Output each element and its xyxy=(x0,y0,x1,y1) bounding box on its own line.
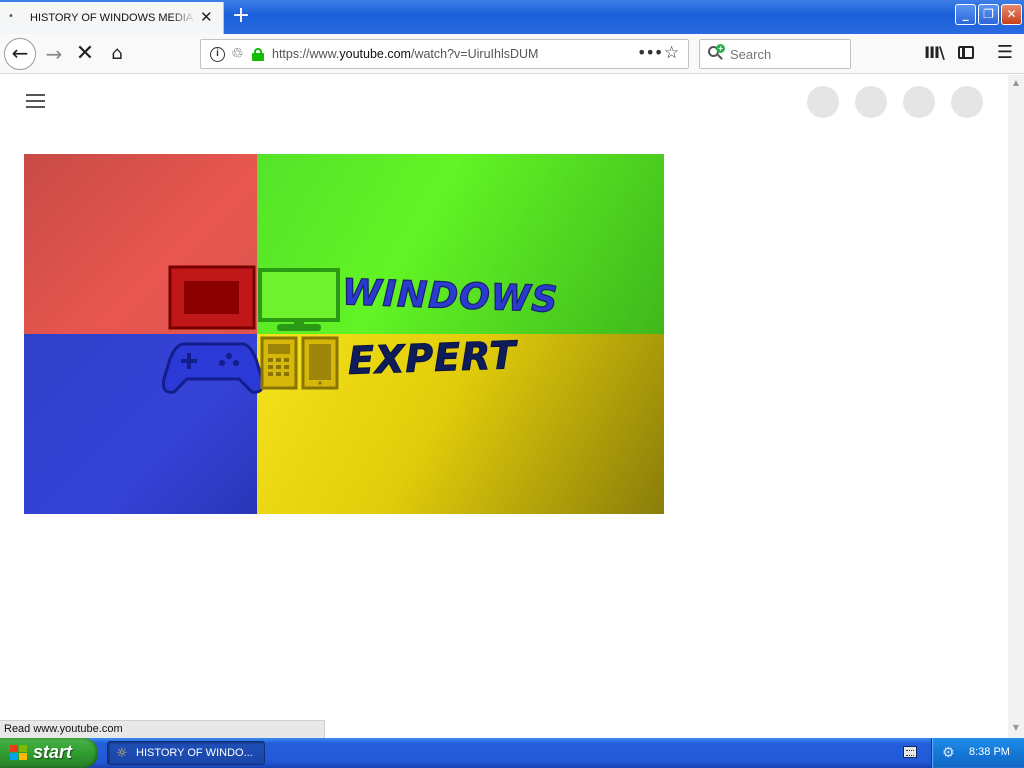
windows-flag-icon xyxy=(10,745,28,761)
page-scrollbar[interactable]: ▲ ▼ xyxy=(1008,75,1024,738)
phone-icon xyxy=(260,336,298,390)
window-close-button[interactable]: ✕ xyxy=(1001,4,1022,25)
tablet-icon xyxy=(301,336,339,390)
search-box[interactable]: + xyxy=(699,39,851,69)
video-thumbnail[interactable]: WINDOWS EXPERT xyxy=(24,154,664,514)
start-button[interactable]: start xyxy=(0,738,98,768)
address-bar[interactable]: i ♲ https://www.youtube.com/watch?v=Uiru… xyxy=(200,39,689,69)
navigation-toolbar: ← → ✕ ⌂ i ♲ https://www.youtube.com/watc… xyxy=(0,34,1024,74)
keyboard-language-icon[interactable] xyxy=(903,746,917,758)
thumbnail-word-expert: EXPERT xyxy=(347,333,518,384)
taskbar-window-button[interactable]: ☼ HISTORY OF WINDO... xyxy=(107,741,265,765)
status-bar-text: Read www.youtube.com xyxy=(0,720,325,738)
stop-loading-button[interactable]: ✕ xyxy=(69,38,101,70)
lock-icon[interactable] xyxy=(252,48,264,61)
title-bar: • HISTORY OF WINDOWS MEDIA PLAYER ✕ + _ … xyxy=(0,0,1024,34)
url-path: /watch?v=UiruIhlsDUM xyxy=(410,47,539,61)
tab-close-icon[interactable]: ✕ xyxy=(200,9,213,25)
page-content: WINDOWS EXPERT xyxy=(0,75,1008,720)
tab-loading-icon: • xyxy=(8,11,14,22)
back-button[interactable]: ← xyxy=(4,38,36,70)
browser-tab[interactable]: • HISTORY OF WINDOWS MEDIA PLAYER ✕ xyxy=(0,2,224,34)
header-placeholder-circle[interactable] xyxy=(855,86,887,118)
scroll-down-arrow-icon[interactable]: ▼ xyxy=(1011,723,1021,732)
page-actions-icon[interactable]: ••• xyxy=(637,43,663,62)
tv-icon xyxy=(168,265,256,330)
home-button[interactable]: ⌂ xyxy=(101,38,133,70)
library-icon[interactable]: III\ xyxy=(922,42,946,64)
header-placeholder-circle[interactable] xyxy=(903,86,935,118)
url-text[interactable]: https://www.youtube.com/watch?v=UiruIhls… xyxy=(272,47,538,61)
network-tray-icon[interactable]: ⚙ xyxy=(942,745,955,761)
start-label: start xyxy=(33,742,73,762)
window-maximize-button[interactable]: ❐ xyxy=(978,4,999,25)
guide-menu-icon[interactable] xyxy=(26,94,46,108)
thumbnail-word-windows: WINDOWS xyxy=(341,272,560,322)
system-tray: ⚙ 8:38 PM xyxy=(931,738,1024,768)
url-prefix: https://www. xyxy=(272,47,340,61)
tab-title: HISTORY OF WINDOWS MEDIA PLAYER xyxy=(30,12,196,24)
site-info-icon[interactable]: i xyxy=(210,47,225,62)
sidebar-toggle-icon[interactable] xyxy=(954,42,978,64)
thumbnail-logo-graphic xyxy=(162,265,340,394)
search-icon: + xyxy=(708,44,725,62)
scroll-up-arrow-icon[interactable]: ▲ xyxy=(1011,78,1021,87)
monitor-icon xyxy=(258,268,340,331)
clock[interactable]: 8:38 PM xyxy=(969,746,1010,758)
search-input[interactable] xyxy=(730,44,844,64)
game-controller-icon xyxy=(162,342,264,394)
header-placeholder-circle[interactable] xyxy=(807,86,839,118)
forward-button[interactable]: → xyxy=(38,38,70,70)
url-host: youtube.com xyxy=(339,47,411,61)
bookmark-star-icon[interactable]: ☆ xyxy=(664,43,679,63)
header-placeholder-circle[interactable] xyxy=(951,86,983,118)
taskbar-window-label: HISTORY OF WINDO... xyxy=(136,747,253,759)
menu-icon[interactable]: ☰ xyxy=(993,42,1017,64)
taskbar: start ☼ HISTORY OF WINDO... ⚙ 8:38 PM xyxy=(0,738,1024,768)
new-tab-button[interactable]: + xyxy=(230,3,252,29)
window-minimize-button[interactable]: _ xyxy=(955,4,976,25)
tracking-protection-icon[interactable]: ♲ xyxy=(231,46,244,62)
firefox-icon: ☼ xyxy=(116,746,128,761)
